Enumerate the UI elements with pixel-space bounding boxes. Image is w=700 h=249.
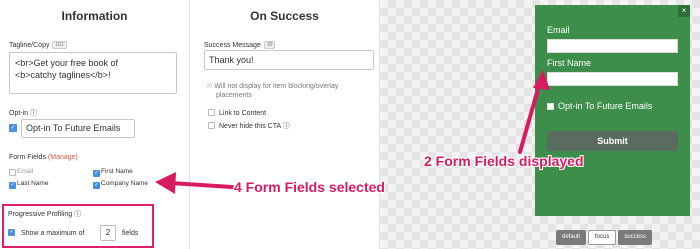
manage-link[interactable]: Manage (50, 154, 75, 161)
tagline-line-2: <b>catchy taglines</b>! (15, 70, 111, 80)
tagline-textarea[interactable]: <br>Get your free book of <b>catchy tagl… (9, 52, 177, 94)
note-icon: ☉ (206, 83, 213, 90)
never-hide-option[interactable]: Never hide this CTA ⓘ (208, 121, 290, 131)
optin-label-text: Opt-in (9, 110, 29, 117)
field-email-option[interactable]: ✓ Email (9, 168, 33, 176)
submit-button[interactable]: Submit (547, 131, 678, 151)
info-icon: ⓘ (74, 211, 82, 218)
field-company-name-label: Company Name (101, 180, 148, 187)
success-message-label: Success Message 30 (204, 41, 276, 49)
overlay-note: ☉ Will not display for item blocking/over… (206, 82, 338, 90)
progressive-profiling-label-text: Progressive Profiling (8, 211, 73, 218)
form-fields-label: Form Fields (Manage) (9, 154, 78, 161)
preview-first-name-input[interactable] (547, 72, 678, 86)
annotation-displayed: 2 Form Fields displayed (424, 153, 584, 169)
field-first-name-label: First Name (101, 168, 133, 175)
success-title: On Success (250, 9, 319, 23)
information-title: Information (61, 9, 128, 23)
field-company-name-checkbox[interactable]: ✓ (93, 182, 100, 189)
field-last-name-label: Last Name (17, 180, 49, 187)
success-message-input[interactable]: Thank you! (204, 50, 374, 70)
success-panel: On Success Success Message 30 Thank you! … (190, 0, 380, 249)
info-icon: ⓘ (30, 110, 38, 117)
field-email-checkbox[interactable]: ✓ (9, 169, 16, 176)
max-fields-input[interactable]: 2 (100, 225, 116, 241)
success-message-count: 30 (263, 41, 276, 49)
overlay-note-line-2: placements (216, 92, 252, 99)
preview-optin-label: Opt-in To Future Emails (558, 101, 653, 111)
never-hide-checkbox[interactable] (208, 122, 215, 129)
field-last-name-option[interactable]: ✓ Last Name (9, 180, 48, 189)
progressive-suffix: fields (122, 230, 139, 237)
success-message-label-text: Success Message (204, 42, 261, 49)
tagline-label: Tagline/Copy 101 (9, 41, 67, 49)
close-icon[interactable]: × (678, 5, 690, 17)
overlay-note-line-1: Will not display for item blocking/overl… (214, 83, 339, 90)
field-email-label: Email (17, 168, 34, 175)
field-first-name-option[interactable]: ✓ First Name (93, 168, 133, 177)
progressive-profiling-highlight: Progressive Profiling ⓘ ✓ Show a maximum… (2, 204, 154, 248)
tab-success[interactable]: success (618, 230, 653, 245)
tagline-line-1: <br>Get your free book of (15, 58, 119, 68)
preview-optin-checkbox[interactable] (547, 103, 554, 110)
progressive-profiling-checkbox[interactable]: ✓ (8, 229, 15, 236)
form-fields-label-text: Form Fields (9, 154, 46, 161)
tab-default[interactable]: default (556, 230, 587, 245)
field-last-name-checkbox[interactable]: ✓ (9, 182, 16, 189)
tagline-label-text: Tagline/Copy (9, 42, 50, 49)
preview-optin[interactable]: Opt-in To Future Emails (547, 101, 652, 111)
tagline-count-badge: 101 (52, 41, 67, 49)
preview-email-input[interactable] (547, 39, 678, 53)
link-to-content-checkbox[interactable] (208, 109, 215, 116)
preview-email-label: Email (547, 25, 570, 35)
progressive-prefix: Show a maximum of (21, 230, 85, 237)
state-tabs: default focus success (556, 230, 654, 245)
link-to-content-label: Link to Content (219, 110, 267, 117)
preview-panel: × Email First Name Opt-in To Future Emai… (380, 0, 700, 249)
form-preview-card: × Email First Name Opt-in To Future Emai… (535, 5, 690, 216)
annotation-selected: 4 Form Fields selected (234, 179, 385, 195)
field-company-name-option[interactable]: ✓ Company Name (93, 180, 148, 189)
tab-focus[interactable]: focus (588, 230, 617, 245)
field-first-name-checkbox[interactable]: ✓ (93, 170, 100, 177)
never-hide-label: Never hide this CTA (219, 123, 281, 130)
link-to-content-option[interactable]: Link to Content (208, 109, 266, 117)
optin-text-field[interactable]: Opt-in To Future Emails (21, 119, 135, 138)
progressive-profiling-label: Progressive Profiling ⓘ (8, 209, 81, 219)
optin-label: Opt-in ⓘ (9, 108, 37, 118)
preview-first-name-label: First Name (547, 58, 592, 68)
info-icon: ⓘ (282, 123, 290, 130)
optin-checkbox[interactable]: ✓ (9, 124, 17, 132)
